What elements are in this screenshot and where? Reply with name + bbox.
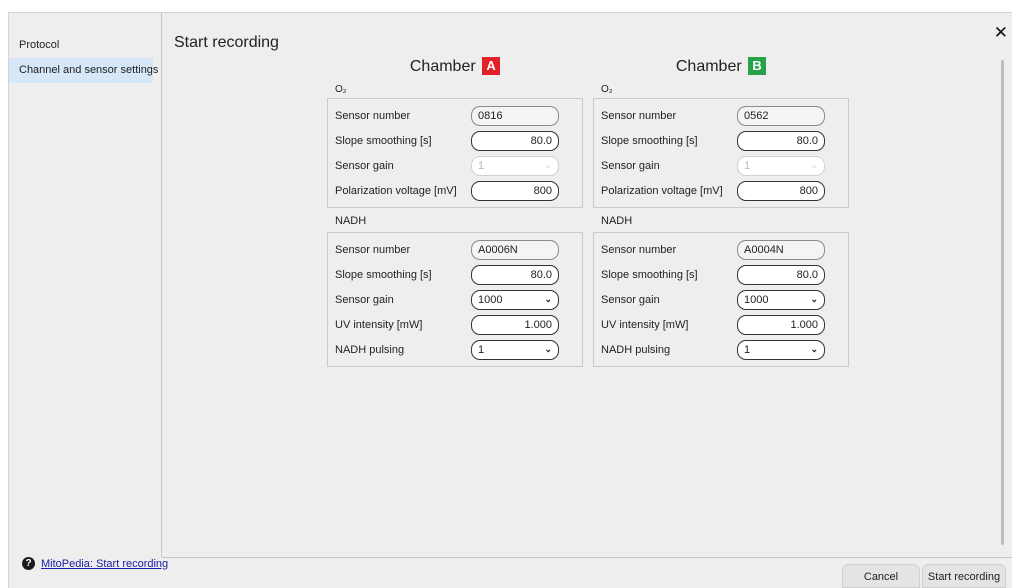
o2-gain-row: Sensor gain 1 ⌄ bbox=[601, 153, 841, 178]
o2-slope-smoothing-input[interactable]: 80.0 bbox=[737, 130, 825, 151]
nadh-slope-smoothing-input[interactable]: 80.0 bbox=[471, 264, 559, 285]
chevron-down-icon: ⌄ bbox=[810, 160, 818, 170]
o2-sensor-number-row: Sensor number 0562 bbox=[601, 103, 841, 128]
nadh-slope-row: Slope smoothing [s] 80.0 bbox=[335, 262, 575, 287]
o2-gain-row: Sensor gain 1 ⌄ bbox=[335, 153, 575, 178]
chevron-down-icon: ⌄ bbox=[544, 344, 552, 354]
slope-smoothing-label: Slope smoothing [s] bbox=[601, 268, 698, 281]
uv-intensity-label: UV intensity [mW] bbox=[335, 318, 423, 331]
nadh-sensor-gain-value: 1000 bbox=[744, 293, 769, 306]
nadh-slope-smoothing-input[interactable]: 80.0 bbox=[737, 264, 825, 285]
o2-polarization-voltage-input[interactable]: 800 bbox=[471, 180, 559, 201]
sensor-number-label: Sensor number bbox=[601, 109, 677, 122]
close-icon[interactable]: ✕ bbox=[994, 24, 1008, 41]
nadh-sensor-number-row: Sensor number A0004N bbox=[601, 237, 841, 262]
o2-sensor-gain-select: 1 ⌄ bbox=[737, 155, 825, 176]
nadh-sensor-gain-value: 1000 bbox=[478, 293, 503, 306]
chevron-down-icon: ⌄ bbox=[810, 344, 818, 354]
nadh-section-label: NADH bbox=[601, 215, 633, 227]
nadh-sensor-gain-select[interactable]: 1000 ⌄ bbox=[737, 289, 825, 310]
o2-polarization-voltage-input[interactable]: 800 bbox=[737, 180, 825, 201]
o2-sensor-gain-value: 1 bbox=[478, 159, 485, 172]
o2-sensor-gain-value: 1 bbox=[744, 159, 751, 172]
start-recording-button[interactable]: Start recording bbox=[922, 564, 1006, 588]
o2-polarization-row: Polarization voltage [mV] 800 bbox=[335, 178, 575, 203]
chamber-a-panel: Chamber A O₂ Sensor number 0816 Slope sm… bbox=[327, 56, 583, 367]
nadh-pulsing-value: 1 bbox=[478, 343, 485, 356]
polarization-voltage-label: Polarization voltage [mV] bbox=[601, 184, 723, 197]
o2-sensor-number-row: Sensor number 0816 bbox=[335, 103, 575, 128]
sensor-number-label: Sensor number bbox=[601, 243, 677, 256]
nadh-settings-box: Sensor number A0006N Slope smoothing [s]… bbox=[327, 232, 583, 367]
footer-divider bbox=[162, 557, 1012, 558]
sensor-gain-label: Sensor gain bbox=[601, 159, 660, 172]
vertical-scrollbar[interactable] bbox=[1001, 60, 1004, 545]
chamber-a-title: Chamber A bbox=[327, 56, 583, 80]
sensor-gain-label: Sensor gain bbox=[335, 293, 394, 306]
help-icon: ? bbox=[22, 557, 35, 570]
nadh-sensor-gain-select[interactable]: 1000 ⌄ bbox=[471, 289, 559, 310]
o2-slope-row: Slope smoothing [s] 80.0 bbox=[335, 128, 575, 153]
o2-slope-smoothing-input[interactable]: 80.0 bbox=[471, 130, 559, 151]
nadh-section-label: NADH bbox=[335, 215, 367, 227]
sidebar-item-channel-sensor-settings[interactable]: Channel and sensor settings bbox=[9, 58, 158, 83]
o2-section-label: O₂ bbox=[335, 84, 347, 95]
sidebar: Protocol Channel and sensor settings bbox=[9, 13, 162, 557]
slope-smoothing-label: Slope smoothing [s] bbox=[335, 268, 432, 281]
nadh-settings-box: Sensor number A0004N Slope smoothing [s]… bbox=[593, 232, 849, 367]
polarization-voltage-label: Polarization voltage [mV] bbox=[335, 184, 457, 197]
nadh-pulsing-label: NADH pulsing bbox=[335, 343, 405, 356]
sensor-number-label: Sensor number bbox=[335, 109, 411, 122]
uv-intensity-input[interactable]: 1.000 bbox=[471, 314, 559, 335]
uv-intensity-row: UV intensity [mW] 1.000 bbox=[601, 312, 841, 337]
sensor-gain-label: Sensor gain bbox=[335, 159, 394, 172]
page-title: Start recording bbox=[174, 34, 279, 51]
o2-section-label: O₂ bbox=[601, 84, 613, 95]
nadh-sensor-number-field: A0006N bbox=[471, 239, 559, 260]
o2-sensor-gain-select: 1 ⌄ bbox=[471, 155, 559, 176]
o2-sensor-number-field: 0816 bbox=[471, 105, 559, 126]
mitopedia-help-link[interactable]: MitoPedia: Start recording bbox=[41, 558, 168, 570]
sensor-number-label: Sensor number bbox=[335, 243, 411, 256]
chamber-b-title: Chamber B bbox=[593, 56, 849, 80]
nadh-slope-row: Slope smoothing [s] 80.0 bbox=[601, 262, 841, 287]
o2-settings-box: Sensor number 0816 Slope smoothing [s] 8… bbox=[327, 98, 583, 208]
nadh-sensor-number-field: A0004N bbox=[737, 239, 825, 260]
o2-polarization-row: Polarization voltage [mV] 800 bbox=[601, 178, 841, 203]
o2-slope-row: Slope smoothing [s] 80.0 bbox=[601, 128, 841, 153]
chamber-b-panel: Chamber B O₂ Sensor number 0562 Slope sm… bbox=[593, 56, 849, 367]
o2-sensor-number-field: 0562 bbox=[737, 105, 825, 126]
chamber-b-title-text: Chamber bbox=[675, 58, 742, 75]
nadh-pulsing-select[interactable]: 1 ⌄ bbox=[737, 339, 825, 360]
uv-intensity-label: UV intensity [mW] bbox=[601, 318, 689, 331]
chamber-a-badge: A bbox=[482, 57, 501, 75]
cancel-button[interactable]: Cancel bbox=[842, 564, 920, 588]
nadh-pulsing-row: NADH pulsing 1 ⌄ bbox=[335, 337, 575, 362]
chevron-down-icon: ⌄ bbox=[544, 160, 552, 170]
nadh-gain-row: Sensor gain 1000 ⌄ bbox=[601, 287, 841, 312]
nadh-gain-row: Sensor gain 1000 ⌄ bbox=[335, 287, 575, 312]
help-link-group: ? MitoPedia: Start recording bbox=[22, 557, 168, 570]
nadh-sensor-number-row: Sensor number A0006N bbox=[335, 237, 575, 262]
sensor-gain-label: Sensor gain bbox=[601, 293, 660, 306]
nadh-pulsing-label: NADH pulsing bbox=[601, 343, 671, 356]
start-recording-dialog: Protocol Channel and sensor settings Sta… bbox=[8, 12, 1012, 588]
chamber-b-badge: B bbox=[748, 57, 767, 75]
o2-settings-box: Sensor number 0562 Slope smoothing [s] 8… bbox=[593, 98, 849, 208]
uv-intensity-row: UV intensity [mW] 1.000 bbox=[335, 312, 575, 337]
uv-intensity-input[interactable]: 1.000 bbox=[737, 314, 825, 335]
slope-smoothing-label: Slope smoothing [s] bbox=[601, 134, 698, 147]
nadh-pulsing-row: NADH pulsing 1 ⌄ bbox=[601, 337, 841, 362]
slope-smoothing-label: Slope smoothing [s] bbox=[335, 134, 432, 147]
sidebar-item-protocol[interactable]: Protocol bbox=[9, 33, 153, 58]
chamber-a-title-text: Chamber bbox=[409, 58, 476, 75]
nadh-pulsing-select[interactable]: 1 ⌄ bbox=[471, 339, 559, 360]
chevron-down-icon: ⌄ bbox=[810, 294, 818, 304]
nadh-pulsing-value: 1 bbox=[744, 343, 751, 356]
chevron-down-icon: ⌄ bbox=[544, 294, 552, 304]
